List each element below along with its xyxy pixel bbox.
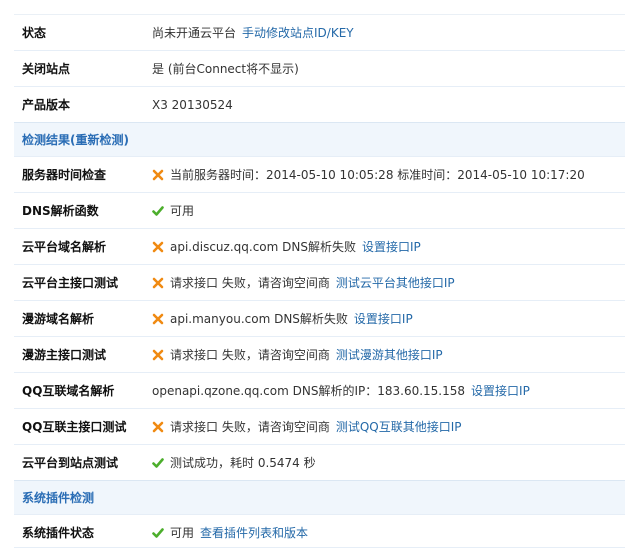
set-interface-ip-link[interactable]: 设置接口IP	[362, 238, 421, 255]
product-version-label: 产品版本	[22, 98, 71, 112]
check-value: 测试成功，耗时 0.5474 秒	[170, 456, 316, 470]
test-cloud-other-ip-link[interactable]: 测试云平台其他接口IP	[336, 274, 455, 291]
check-label: DNS解析函数	[22, 204, 99, 218]
check-row-dns-function: DNS解析函数 可用	[14, 192, 625, 228]
fail-x-icon	[152, 169, 164, 180]
fail-x-icon	[152, 241, 164, 252]
recheck-section-title[interactable]: 检测结果(重新检测)	[14, 131, 129, 148]
check-value: 当前服务器时间：2014-05-10 10:05:28 标准时间：2014-05…	[170, 168, 585, 182]
plugin-section-title: 系统插件检测	[22, 491, 95, 505]
check-label: 云平台到站点测试	[22, 456, 119, 470]
check-row-qq-connect-main-api: QQ互联主接口测试 请求接口 失败，请咨询空间商 测试QQ互联其他接口IP	[14, 408, 625, 444]
check-row-manyou-main-api: 漫游主接口测试 请求接口 失败，请咨询空间商 测试漫游其他接口IP	[14, 336, 625, 372]
bottom-divider	[14, 547, 625, 548]
check-row-cloud-main-api: 云平台主接口测试 请求接口 失败，请咨询空间商 测试云平台其他接口IP	[14, 264, 625, 300]
check-row-manyou-dns: 漫游域名解析 api.manyou.com DNS解析失败 设置接口IP	[14, 300, 625, 336]
check-value: api.discuz.qq.com DNS解析失败	[170, 240, 356, 254]
check-row-cloud-dns: 云平台域名解析 api.discuz.qq.com DNS解析失败 设置接口IP	[14, 228, 625, 264]
check-value: 请求接口 失败，请咨询空间商	[170, 420, 330, 434]
check-results-section: 检测结果(重新检测)	[14, 122, 625, 156]
check-value: openapi.qzone.qq.com DNS解析的IP：183.60.15.…	[152, 384, 466, 398]
plugin-status-label: 系统插件状态	[22, 526, 95, 540]
product-version-row: 产品版本 X3 20130524	[14, 86, 625, 122]
ok-check-icon	[152, 205, 164, 216]
close-site-label: 关闭站点	[22, 62, 71, 76]
test-qq-connect-other-ip-link[interactable]: 测试QQ互联其他接口IP	[336, 418, 462, 435]
fail-x-icon	[152, 277, 164, 288]
plugin-status-value: 可用	[170, 526, 195, 540]
plugin-status-row: 系统插件状态 可用 查看插件列表和版本	[14, 514, 625, 550]
status-label: 状态	[22, 26, 47, 40]
ok-check-icon	[152, 457, 164, 468]
set-interface-ip-link[interactable]: 设置接口IP	[354, 310, 413, 327]
close-site-row: 关闭站点 是 (前台Connect将不显示)	[14, 50, 625, 86]
check-row-cloud-to-site: 云平台到站点测试 测试成功，耗时 0.5474 秒	[14, 444, 625, 480]
fail-x-icon	[152, 313, 164, 324]
check-value: 请求接口 失败，请咨询空间商	[170, 276, 330, 290]
connect-diagnostics-panel: 状态 尚未开通云平台 手动修改站点ID/KEY 关闭站点 是 (前台Connec…	[0, 0, 625, 559]
close-site-value: 是 (前台Connect将不显示)	[152, 62, 299, 76]
status-row: 状态 尚未开通云平台 手动修改站点ID/KEY	[14, 14, 625, 50]
check-label: 云平台域名解析	[22, 240, 107, 254]
status-value: 尚未开通云平台	[152, 26, 237, 40]
check-value: 可用	[170, 204, 195, 218]
check-row-server-time: 服务器时间检查 当前服务器时间：2014-05-10 10:05:28 标准时间…	[14, 156, 625, 192]
check-label: QQ互联域名解析	[22, 384, 115, 398]
plugin-check-section: 系统插件检测	[14, 480, 625, 514]
check-label: 服务器时间检查	[22, 168, 107, 182]
set-interface-ip-link[interactable]: 设置接口IP	[471, 382, 530, 399]
edit-site-key-link[interactable]: 手动修改站点ID/KEY	[242, 24, 354, 41]
check-label: 云平台主接口测试	[22, 276, 119, 290]
fail-x-icon	[152, 421, 164, 432]
test-manyou-other-ip-link[interactable]: 测试漫游其他接口IP	[336, 346, 443, 363]
check-label: QQ互联主接口测试	[22, 420, 127, 434]
fail-x-icon	[152, 349, 164, 360]
check-value: api.manyou.com DNS解析失败	[170, 312, 348, 326]
product-version-value: X3 20130524	[152, 97, 233, 112]
check-label: 漫游域名解析	[22, 312, 95, 326]
check-label: 漫游主接口测试	[22, 348, 107, 362]
ok-check-icon	[152, 527, 164, 538]
check-row-qq-connect-dns: QQ互联域名解析 openapi.qzone.qq.com DNS解析的IP：1…	[14, 372, 625, 408]
view-plugin-list-link[interactable]: 查看插件列表和版本	[200, 524, 308, 541]
check-value: 请求接口 失败，请咨询空间商	[170, 348, 330, 362]
